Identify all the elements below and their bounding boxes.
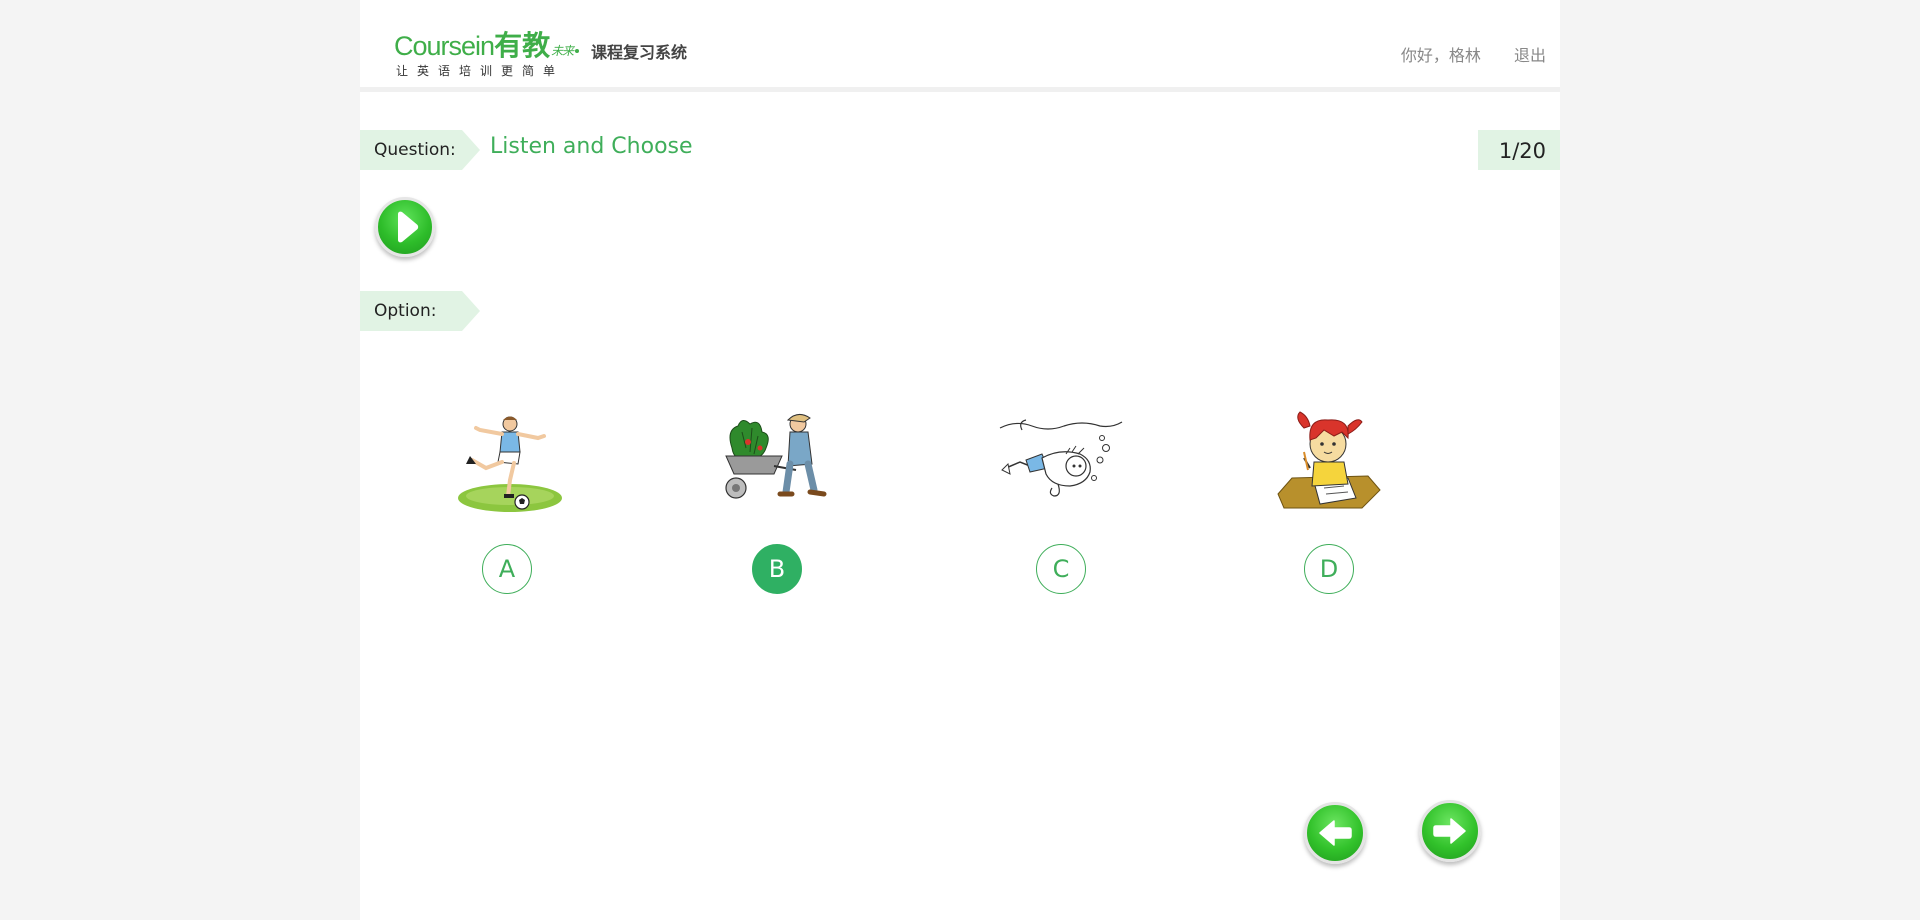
option-a-button[interactable]: A (482, 544, 532, 594)
question-label: Question: (360, 130, 480, 170)
play-audio-button[interactable] (375, 197, 435, 257)
logo-brand-cn: 有教 (494, 30, 551, 61)
gardener-wheelbarrow-illustration[interactable] (712, 408, 842, 518)
option-d-button[interactable]: D (1304, 544, 1354, 594)
option-c: C (996, 408, 1126, 598)
logo-brand: Coursein有教未来 (394, 24, 574, 64)
play-icon (398, 211, 419, 243)
option-d: D (1264, 408, 1394, 598)
option-c-button[interactable]: C (1036, 544, 1086, 594)
user-area: 你好，格林 退出 (1401, 42, 1546, 66)
next-question-button[interactable] (1419, 800, 1481, 862)
swimmer-underwater-illustration[interactable] (996, 408, 1126, 518)
question-progress: 1/20 (1478, 130, 1560, 170)
logo-separator-dot (575, 49, 579, 53)
option-a: A (442, 408, 572, 598)
logo-slogan: 让英语培训更简单 (396, 64, 565, 78)
system-name: 课程复习系统 (591, 43, 688, 62)
soccer-player-illustration[interactable] (442, 408, 572, 518)
header: Coursein有教未来 课程复习系统 让英语培训更简单 你好，格林 退出 (360, 0, 1560, 92)
logout-link[interactable]: 退出 (1514, 42, 1546, 66)
arrow-right-icon (1433, 818, 1466, 844)
option-b: B (712, 408, 842, 598)
arrow-left-icon (1319, 820, 1352, 846)
logo-brand-latin: Coursein (394, 31, 495, 61)
logo[interactable]: Coursein有教未来 课程复习系统 让英语培训更简单 (394, 24, 714, 84)
previous-question-button[interactable] (1304, 802, 1366, 864)
logo-brand-sub: 未来 (551, 44, 574, 58)
page-container: Coursein有教未来 课程复习系统 让英语培训更简单 你好，格林 退出 Qu… (360, 0, 1560, 920)
option-b-button[interactable]: B (752, 544, 802, 594)
girl-drawing-illustration[interactable] (1264, 408, 1394, 518)
question-title: Listen and Choose (490, 134, 693, 159)
user-greeting: 你好，格林 (1400, 46, 1481, 65)
option-label: Option: (360, 291, 480, 331)
